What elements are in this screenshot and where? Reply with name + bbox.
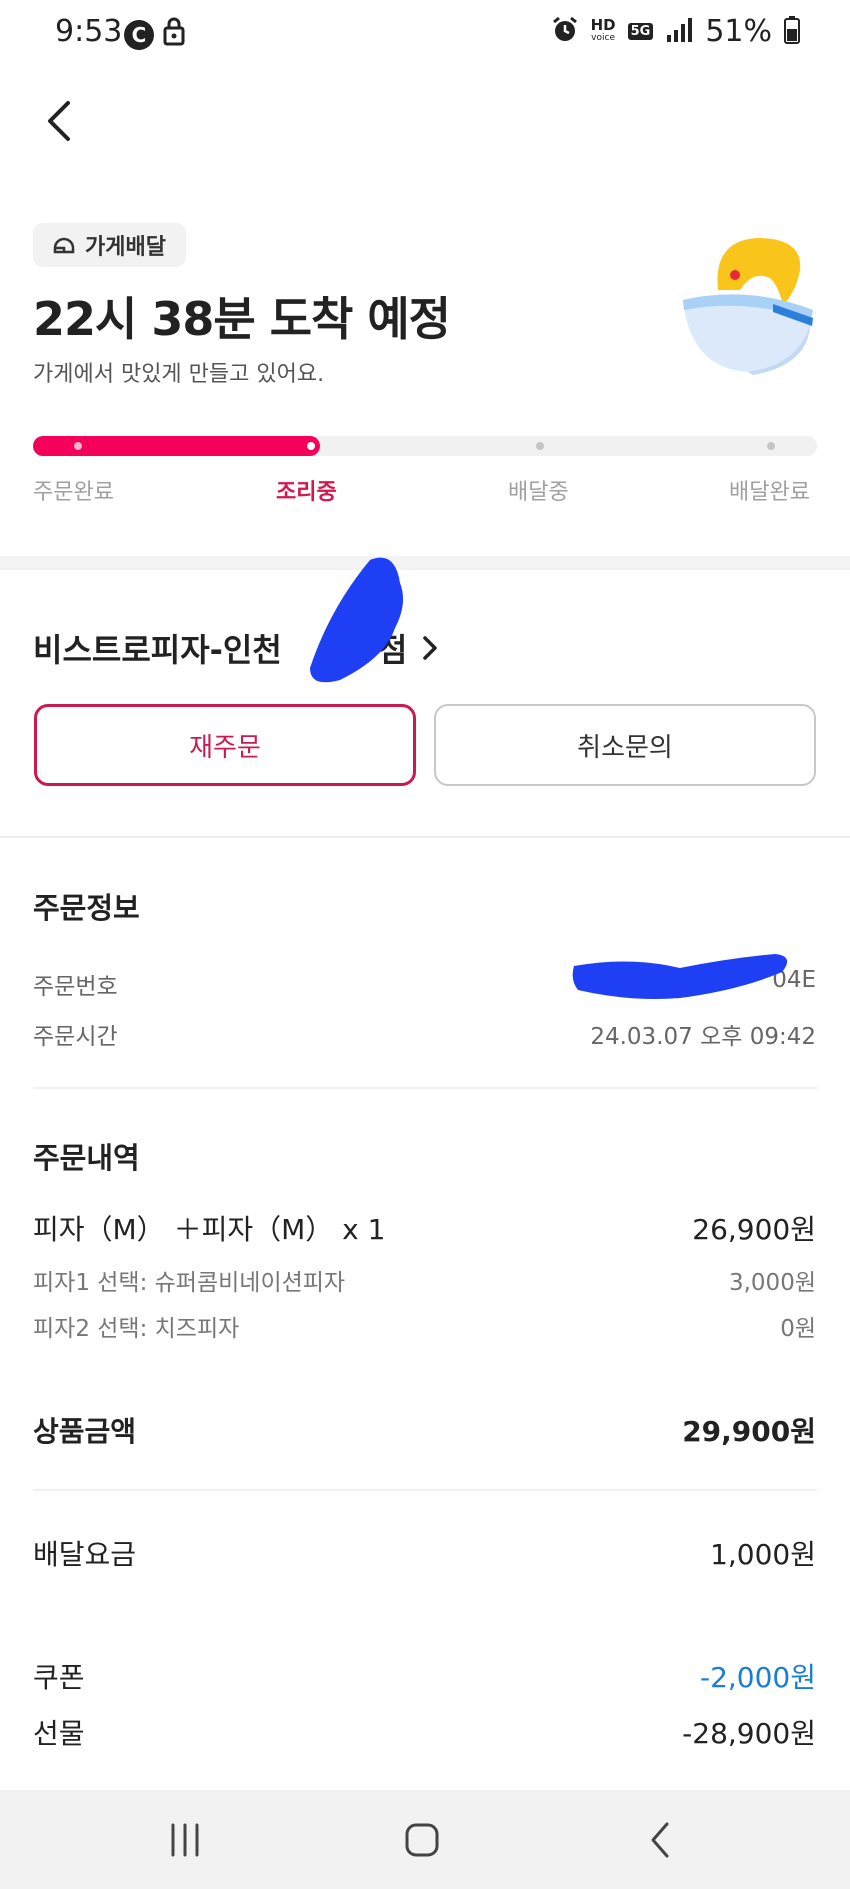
divider xyxy=(33,1087,817,1089)
eta-title: 22시 38분 도착 예정 xyxy=(33,292,451,346)
product-amount-label: 상품금액 xyxy=(33,1415,137,1448)
home-button[interactable] xyxy=(392,1815,452,1865)
reorder-button[interactable]: 재주문 xyxy=(34,704,416,786)
coupon-value: -2,000원 xyxy=(699,1661,816,1694)
cooking-illustration xyxy=(678,230,818,380)
status-time: 9:53 xyxy=(55,14,123,49)
recents-button[interactable] xyxy=(155,1815,215,1865)
step-order-complete: 주문완료 xyxy=(33,480,114,505)
option-price: 3,000원 xyxy=(728,1270,816,1296)
alarm-icon xyxy=(551,16,579,48)
option-price: 0원 xyxy=(780,1316,816,1342)
progress-dot-1 xyxy=(74,442,82,450)
order-number-label: 주문번호 xyxy=(33,974,118,1000)
hd-voice-icon: HD voice xyxy=(590,15,616,43)
progress-dot-3 xyxy=(536,442,544,450)
store-delivery-badge: 가게배달 xyxy=(33,223,186,267)
gift-label: 선물 xyxy=(33,1717,85,1750)
gift-value: -28,900원 xyxy=(682,1717,816,1750)
chevron-left-icon xyxy=(48,101,70,141)
recents-icon xyxy=(171,1823,199,1857)
progress-dot-2 xyxy=(307,442,315,450)
divider xyxy=(0,836,850,838)
back-nav-button[interactable] xyxy=(630,1815,690,1865)
order-info-title: 주문정보 xyxy=(33,891,140,925)
option-label: 피자1 선택: 슈퍼콤비네이션피자 xyxy=(33,1270,346,1296)
order-items-title: 주문내역 xyxy=(33,1141,140,1175)
store-name: 비스트로피자-인천 xyxy=(33,631,282,669)
delivery-fee-label: 배달요금 xyxy=(33,1538,137,1571)
network-5g-icon: 5G xyxy=(627,23,654,40)
home-icon xyxy=(405,1823,439,1857)
redaction-mark xyxy=(300,548,415,692)
step-delivered: 배달완료 xyxy=(729,480,810,505)
redaction-mark xyxy=(570,950,795,1014)
battery-icon xyxy=(784,15,800,48)
order-time-label: 주문시간 xyxy=(33,1024,118,1050)
lock-icon xyxy=(163,16,185,50)
product-amount-value: 29,900원 xyxy=(682,1415,816,1448)
coupon-label: 쿠폰 xyxy=(33,1661,85,1694)
helmet-icon xyxy=(53,237,75,254)
chevron-right-icon xyxy=(423,636,438,660)
step-cooking: 조리중 xyxy=(276,480,337,505)
section-divider xyxy=(0,556,850,570)
battery-percent: 51% xyxy=(705,14,772,49)
cancel-inquiry-button[interactable]: 취소문의 xyxy=(434,704,816,786)
divider xyxy=(33,1489,817,1491)
status-icons: HD voice 5G 51% xyxy=(551,14,800,49)
progress-dot-4 xyxy=(767,442,775,450)
signal-icon xyxy=(665,17,693,47)
step-delivering: 배달중 xyxy=(508,480,569,505)
back-nav-icon xyxy=(651,1822,669,1858)
option-label: 피자2 선택: 치즈피자 xyxy=(33,1316,240,1342)
order-time-value: 24.03.07 오후 09:42 xyxy=(590,1024,816,1050)
item-name: 피자（M） ＋피자（M） x 1 xyxy=(33,1213,386,1246)
badge-label: 가게배달 xyxy=(85,235,166,260)
back-button[interactable] xyxy=(38,95,82,147)
c-badge-icon: C xyxy=(124,20,154,50)
item-price: 26,900원 xyxy=(692,1213,816,1246)
delivery-fee-value: 1,000원 xyxy=(710,1538,816,1571)
eta-subtitle: 가게에서 맛있게 만들고 있어요. xyxy=(33,362,325,387)
